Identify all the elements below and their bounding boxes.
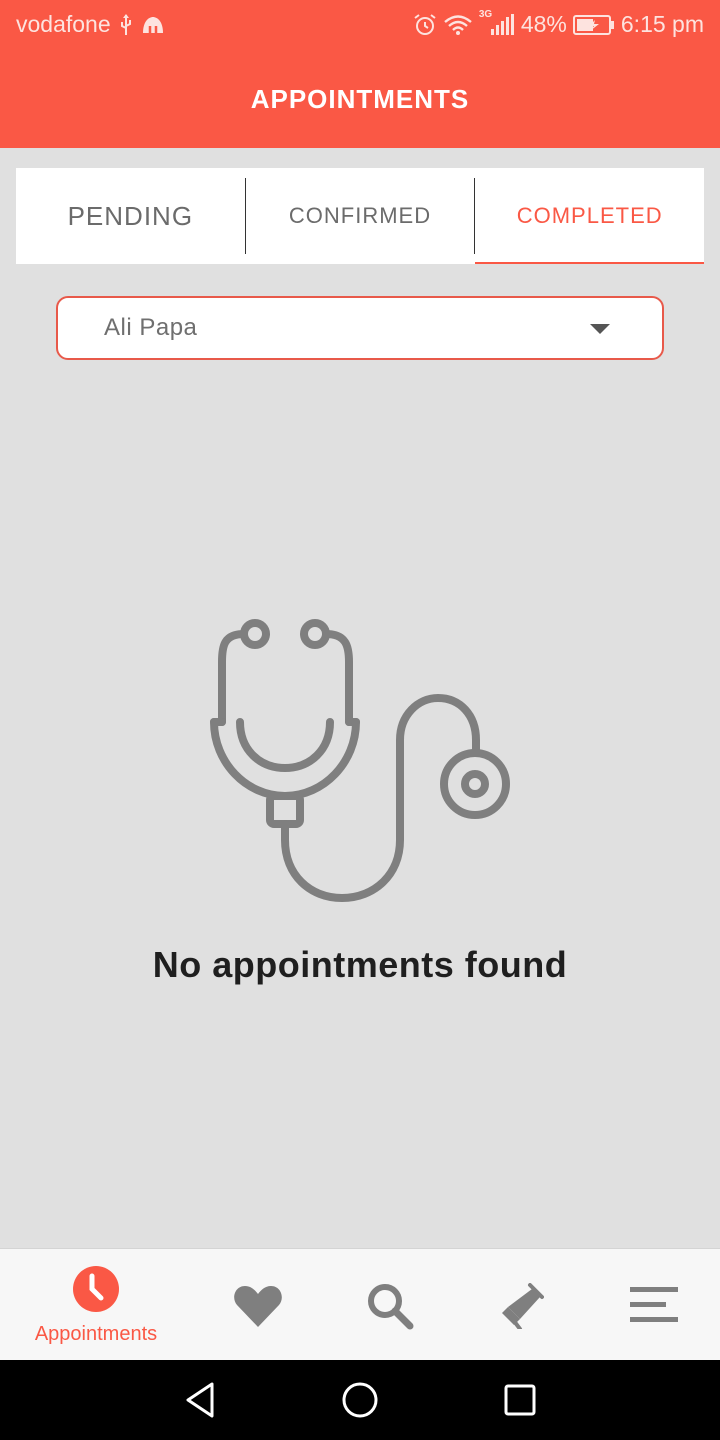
- usb-icon: [119, 13, 133, 36]
- nav-announcements[interactable]: [482, 1249, 562, 1361]
- signal-icon: 3G: [479, 9, 515, 37]
- status-right: 3G 48% 6:15 pm: [413, 9, 704, 38]
- alarm-icon: [413, 13, 437, 37]
- search-icon: [365, 1281, 415, 1336]
- recents-icon[interactable]: [502, 1380, 538, 1425]
- carrier-name: vodafone: [16, 11, 111, 37]
- stethoscope-icon: [200, 610, 520, 915]
- megaphone-icon: [500, 1283, 544, 1334]
- battery-percent: 48%: [520, 11, 567, 37]
- clock-icon: [72, 1265, 120, 1318]
- tab-pending[interactable]: PENDING: [16, 168, 245, 264]
- tab-pending-label: PENDING: [67, 200, 194, 231]
- tab-completed[interactable]: COMPLETED: [475, 168, 704, 264]
- battery-charging-icon: [572, 14, 615, 36]
- chevron-down-icon: [590, 324, 610, 334]
- status-bar: vodafone 3G 48% 6:15 pm: [0, 0, 720, 50]
- notification-icon: [141, 15, 165, 35]
- nav-favorites[interactable]: [218, 1249, 298, 1361]
- home-icon[interactable]: [340, 1380, 380, 1425]
- system-navigation-bar: [0, 1360, 720, 1440]
- wifi-icon: [443, 14, 473, 36]
- back-icon[interactable]: [182, 1380, 218, 1425]
- bottom-navigation: Appointments: [0, 1248, 720, 1360]
- tab-confirmed-label: CONFIRMED: [288, 203, 432, 228]
- nav-appointments-label: Appointments: [34, 1323, 158, 1345]
- tab-confirmed[interactable]: CONFIRMED: [246, 168, 475, 264]
- patient-dropdown-value: Ali Papa: [104, 314, 198, 341]
- empty-state-message: No appointments found: [152, 944, 568, 985]
- tab-completed-label: COMPLETED: [516, 203, 663, 228]
- nav-appointments[interactable]: Appointments: [16, 1249, 176, 1361]
- heart-icon: [233, 1283, 283, 1334]
- clock-time: 6:15 pm: [620, 11, 704, 37]
- appointment-tabs: PENDING CONFIRMED COMPLETED: [16, 168, 704, 264]
- patient-dropdown[interactable]: Ali Papa: [56, 296, 664, 360]
- status-left: vodafone: [16, 11, 165, 38]
- app-bar: APPOINTMENTS: [0, 50, 720, 148]
- page-title: APPOINTMENTS: [250, 83, 470, 114]
- menu-icon: [630, 1287, 678, 1328]
- nav-menu[interactable]: [614, 1249, 694, 1361]
- nav-search[interactable]: [350, 1249, 430, 1361]
